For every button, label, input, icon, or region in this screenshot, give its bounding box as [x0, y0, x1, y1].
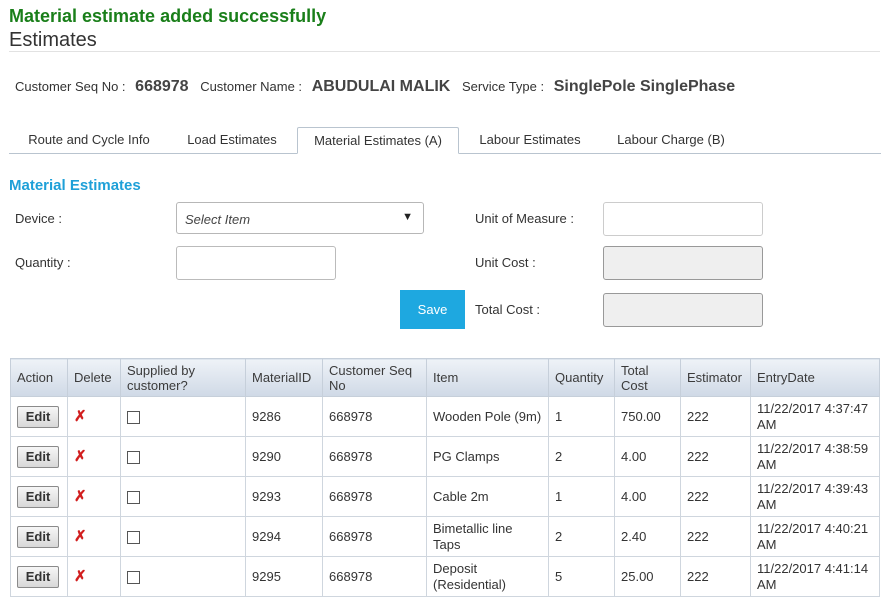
total-cost-cell: 4.00: [614, 436, 681, 477]
item-cell: Deposit (Residential): [426, 556, 549, 597]
col-customer-seq-no: Customer Seq No: [322, 358, 427, 397]
customer-seq-cell: 668978: [322, 436, 427, 477]
device-select[interactable]: Select Item ▼: [176, 202, 424, 234]
customer-seq-cell: 668978: [322, 556, 427, 597]
col-total-cost: Total Cost: [614, 358, 681, 397]
tab-material-estimates[interactable]: Material Estimates (A): [297, 127, 459, 154]
quantity-cell: 2: [548, 516, 615, 557]
tab-load-estimates[interactable]: Load Estimates: [172, 127, 292, 153]
material-estimates-table: Action Delete Supplied by customer? Mate…: [10, 358, 880, 597]
supplied-checkbox[interactable]: [127, 530, 140, 544]
delete-icon[interactable]: ✗: [74, 528, 87, 545]
table-row: Edit ✗ 9294 668978 Bimetallic line Taps …: [10, 516, 880, 557]
supplied-checkbox[interactable]: [127, 410, 140, 424]
tab-route-cycle-info[interactable]: Route and Cycle Info: [15, 127, 163, 153]
customer-seq-value: 668978: [135, 78, 189, 95]
quantity-cell: 1: [548, 476, 615, 517]
tab-labour-charge[interactable]: Labour Charge (B): [601, 127, 741, 153]
entry-date-cell: 11/22/2017 4:41:14 AM: [750, 556, 880, 597]
customer-seq-label: Customer Seq No :: [15, 79, 126, 94]
entry-date-cell: 11/22/2017 4:40:21 AM: [750, 516, 880, 557]
delete-icon[interactable]: ✗: [74, 448, 87, 465]
customer-seq-cell: 668978: [322, 396, 427, 437]
total-cost-cell: 750.00: [614, 396, 681, 437]
unit-cost-field[interactable]: [603, 246, 763, 280]
unit-of-measure-field[interactable]: [603, 202, 763, 236]
delete-icon[interactable]: ✗: [74, 568, 87, 585]
supplied-checkbox[interactable]: [127, 570, 140, 584]
col-item: Item: [426, 358, 549, 397]
col-supplied-by-customer: Supplied by customer?: [120, 358, 246, 397]
total-cost-cell: 25.00: [614, 556, 681, 597]
device-select-value: Select Item: [185, 212, 251, 227]
col-quantity: Quantity: [548, 358, 615, 397]
edit-button[interactable]: Edit: [17, 405, 59, 428]
customer-name-label: Customer Name :: [200, 79, 303, 94]
estimate-tabs: Route and Cycle Info Load Estimates Mate…: [9, 127, 881, 154]
save-button[interactable]: Save: [400, 290, 465, 329]
material-id-cell: 9293: [245, 476, 323, 517]
edit-button[interactable]: Edit: [17, 525, 59, 548]
estimator-cell: 222: [680, 516, 751, 557]
entry-date-cell: 11/22/2017 4:38:59 AM: [750, 436, 880, 477]
customer-seq-cell: 668978: [322, 476, 427, 517]
unit-cost-label: Unit Cost :: [475, 255, 536, 270]
col-action: Action: [10, 358, 68, 397]
item-cell: PG Clamps: [426, 436, 549, 477]
estimator-cell: 222: [680, 476, 751, 517]
total-cost-cell: 4.00: [614, 476, 681, 517]
delete-icon[interactable]: ✗: [74, 408, 87, 425]
delete-icon[interactable]: ✗: [74, 488, 87, 505]
item-cell: Bimetallic line Taps: [426, 516, 549, 557]
quantity-input[interactable]: [176, 246, 336, 280]
title-divider: [9, 51, 880, 52]
edit-button[interactable]: Edit: [17, 565, 59, 588]
supplied-checkbox[interactable]: [127, 490, 140, 504]
device-label: Device :: [15, 211, 62, 226]
quantity-cell: 5: [548, 556, 615, 597]
entry-date-cell: 11/22/2017 4:37:47 AM: [750, 396, 880, 437]
material-id-cell: 9290: [245, 436, 323, 477]
estimator-cell: 222: [680, 436, 751, 477]
tab-labour-estimates[interactable]: Labour Estimates: [465, 127, 595, 153]
col-material-id: MaterialID: [245, 358, 323, 397]
estimator-cell: 222: [680, 556, 751, 597]
item-cell: Wooden Pole (9m): [426, 396, 549, 437]
customer-seq-cell: 668978: [322, 516, 427, 557]
col-delete: Delete: [67, 358, 121, 397]
table-row: Edit ✗ 9290 668978 PG Clamps 2 4.00 222 …: [10, 436, 880, 477]
page-title: Estimates: [9, 29, 97, 51]
entry-date-cell: 11/22/2017 4:39:43 AM: [750, 476, 880, 517]
customer-info-bar: Customer Seq No : 668978 Customer Name :…: [15, 78, 743, 96]
table-header-row: Action Delete Supplied by customer? Mate…: [10, 358, 880, 397]
table-row: Edit ✗ 9286 668978 Wooden Pole (9m) 1 75…: [10, 396, 880, 437]
edit-button[interactable]: Edit: [17, 485, 59, 508]
success-message: Material estimate added successfully: [9, 6, 327, 26]
quantity-cell: 1: [548, 396, 615, 437]
table-row: Edit ✗ 9293 668978 Cable 2m 1 4.00 222 1…: [10, 476, 880, 517]
material-id-cell: 9295: [245, 556, 323, 597]
total-cost-label: Total Cost :: [475, 302, 541, 317]
quantity-label: Quantity :: [15, 255, 71, 270]
dropdown-arrow-icon: ▼: [402, 211, 413, 223]
section-title: Material Estimates: [9, 177, 141, 194]
estimator-cell: 222: [680, 396, 751, 437]
supplied-checkbox[interactable]: [127, 450, 140, 464]
material-id-cell: 9286: [245, 396, 323, 437]
customer-name-value: ABUDULAI MALIK: [311, 78, 451, 95]
service-type-value: SinglePole SinglePhase: [553, 78, 736, 95]
item-cell: Cable 2m: [426, 476, 549, 517]
total-cost-cell: 2.40: [614, 516, 681, 557]
unit-of-measure-label: Unit of Measure :: [475, 211, 574, 226]
quantity-cell: 2: [548, 436, 615, 477]
service-type-label: Service Type :: [461, 79, 545, 94]
material-id-cell: 9294: [245, 516, 323, 557]
total-cost-field[interactable]: [603, 293, 763, 327]
table-row: Edit ✗ 9295 668978 Deposit (Residential)…: [10, 556, 880, 597]
col-estimator: Estimator: [680, 358, 751, 397]
edit-button[interactable]: Edit: [17, 445, 59, 468]
col-entry-date: EntryDate: [750, 358, 880, 397]
